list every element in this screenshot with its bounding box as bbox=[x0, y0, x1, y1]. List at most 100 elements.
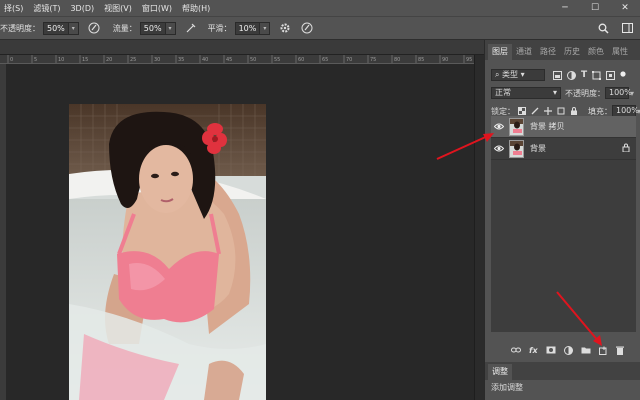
document-image[interactable] bbox=[69, 104, 266, 400]
minimize-button[interactable]: ─ bbox=[550, 0, 580, 16]
ruler-tick-label: 0 bbox=[10, 57, 13, 63]
add-adjustment-label: 添加调整 bbox=[491, 383, 523, 392]
lock-transparent-icon[interactable] bbox=[518, 107, 526, 115]
adjustment-icon[interactable] bbox=[563, 345, 573, 355]
layers-panel-tabs: 图层 通道 路径 历史 颜色 属性 bbox=[485, 40, 640, 60]
smoothing-dropdown[interactable]: ▾ bbox=[260, 21, 271, 35]
horizontal-ruler: 0 5 10 15 20 25 30 35 40 45 50 55 60 65 70 75 80 85 90 95 bbox=[0, 55, 474, 64]
maximize-button[interactable]: ☐ bbox=[580, 0, 610, 16]
filter-kind-label: 类型 bbox=[502, 70, 519, 79]
eye-icon[interactable] bbox=[491, 138, 507, 160]
filter-icons: T bbox=[553, 70, 626, 80]
blend-mode-label: 正常 bbox=[495, 88, 511, 97]
ruler-tick-label: 50 bbox=[250, 57, 256, 63]
shape-filter-icon[interactable] bbox=[592, 70, 602, 80]
menu-view[interactable]: 视图(V) bbox=[100, 3, 138, 14]
ruler-tick-label: 80 bbox=[394, 57, 400, 63]
type-filter-icon[interactable]: T bbox=[581, 70, 587, 80]
menu-3d[interactable]: 3D(D) bbox=[66, 4, 100, 13]
ruler-tick-label: 5 bbox=[34, 57, 37, 63]
ruler-tick-label: 25 bbox=[130, 57, 136, 63]
ruler-tick-label: 10 bbox=[58, 57, 64, 63]
chevron-down-icon[interactable]: ▾ bbox=[630, 89, 634, 98]
layers-footer: fx bbox=[485, 342, 640, 358]
flow-dropdown[interactable]: ▾ bbox=[165, 21, 176, 35]
lock-all-icon[interactable] bbox=[570, 107, 578, 115]
eye-icon[interactable] bbox=[491, 116, 507, 138]
filter-toggle-icon[interactable] bbox=[620, 70, 626, 77]
layer-filter-row: ⌕ 类型 ▾ T bbox=[485, 66, 640, 84]
flow-label: 流量： bbox=[112, 23, 137, 33]
ruler-tick-label: 35 bbox=[178, 57, 184, 63]
folder-icon[interactable] bbox=[581, 346, 591, 354]
layer-opacity-label: 不透明度： bbox=[565, 88, 605, 98]
search-icon: ⌕ bbox=[495, 70, 500, 79]
ruler-tick-label: 45 bbox=[226, 57, 232, 63]
mask-icon[interactable] bbox=[546, 346, 556, 354]
tab-adjustments[interactable]: 调整 bbox=[488, 364, 512, 380]
menu-help[interactable]: 帮助(H) bbox=[178, 3, 216, 14]
layer-name: 背景 拷贝 bbox=[530, 122, 565, 131]
ruler-tick-label: 40 bbox=[202, 57, 208, 63]
ruler-tick-label: 20 bbox=[106, 57, 112, 63]
right-toolbar bbox=[596, 16, 634, 40]
ruler-tick-label: 60 bbox=[298, 57, 304, 63]
smoothing-field[interactable]: 10% bbox=[234, 21, 261, 35]
blend-mode-select[interactable]: 正常 ▾ bbox=[491, 87, 561, 99]
airbrush-icon[interactable] bbox=[184, 21, 198, 35]
pressure-size-icon[interactable] bbox=[300, 21, 314, 35]
blend-row: 正常 ▾ 不透明度： 100% ▾ bbox=[485, 84, 640, 102]
lock-pixels-icon[interactable] bbox=[531, 107, 539, 115]
adjustments-panel-header: 调整 bbox=[485, 362, 640, 380]
smoothing-label: 平滑： bbox=[207, 23, 232, 33]
right-panels: 图层 通道 路径 历史 颜色 属性 ⌕ 类型 ▾ T 正常 ▾ 不透明度： 10… bbox=[484, 40, 640, 400]
tab-channels[interactable]: 通道 bbox=[512, 44, 536, 60]
search-icon[interactable] bbox=[596, 21, 610, 35]
lock-artboard-icon[interactable] bbox=[557, 107, 565, 115]
new-layer-icon[interactable] bbox=[598, 346, 608, 355]
ruler-tick-label: 15 bbox=[82, 57, 88, 63]
smart-filter-icon[interactable] bbox=[606, 70, 616, 80]
tab-layers[interactable]: 图层 bbox=[488, 44, 512, 60]
filter-kind-select[interactable]: ⌕ 类型 ▾ bbox=[491, 69, 545, 81]
tab-history[interactable]: 历史 bbox=[560, 44, 584, 60]
trash-icon[interactable] bbox=[615, 346, 624, 355]
flow-field[interactable]: 50% bbox=[139, 21, 166, 35]
menu-bar: 择(S) 滤镜(T) 3D(D) 视图(V) 窗口(W) 帮助(H) bbox=[0, 0, 640, 16]
menu-select[interactable]: 择(S) bbox=[0, 3, 29, 14]
adjustment-filter-icon[interactable] bbox=[567, 70, 576, 80]
layer-name: 背景 bbox=[530, 144, 546, 153]
pressure-opacity-icon[interactable] bbox=[87, 21, 101, 35]
tab-properties[interactable]: 属性 bbox=[608, 44, 632, 60]
opacity-label: 不透明度： bbox=[0, 23, 40, 33]
chevron-down-icon: ▾ bbox=[552, 88, 557, 97]
opacity-field[interactable]: 50% bbox=[43, 21, 69, 35]
close-button[interactable]: ✕ bbox=[610, 0, 640, 16]
ruler-tick-label: 65 bbox=[322, 57, 328, 63]
opacity-dropdown[interactable]: ▾ bbox=[68, 21, 79, 35]
ruler-tick-label: 95 bbox=[466, 57, 472, 63]
menu-window[interactable]: 窗口(W) bbox=[138, 3, 178, 14]
pixel-filter-icon[interactable] bbox=[553, 70, 562, 80]
ruler-tick-label: 85 bbox=[418, 57, 424, 63]
menu-filter[interactable]: 滤镜(T) bbox=[29, 3, 66, 14]
fx-icon[interactable]: fx bbox=[529, 346, 538, 355]
tab-paths[interactable]: 路径 bbox=[536, 44, 560, 60]
gear-icon[interactable] bbox=[278, 21, 292, 35]
layer-row-background[interactable]: 背景 bbox=[491, 138, 636, 160]
link-icon[interactable] bbox=[511, 346, 521, 354]
layers-list: 背景 拷贝 背景 bbox=[491, 116, 636, 332]
layer-thumbnail bbox=[509, 139, 524, 158]
ruler-tick-label: 90 bbox=[442, 57, 448, 63]
lock-position-icon[interactable] bbox=[544, 107, 552, 115]
layer-opacity-field[interactable]: 100% bbox=[605, 87, 632, 99]
vertical-scrollbar[interactable] bbox=[474, 55, 484, 400]
tab-color[interactable]: 颜色 bbox=[584, 44, 608, 60]
workspace-icon[interactable] bbox=[620, 21, 634, 35]
ruler-tick-label: 70 bbox=[346, 57, 352, 63]
layer-row-background-copy[interactable]: 背景 拷贝 bbox=[491, 116, 636, 138]
ruler-tick-label: 30 bbox=[154, 57, 160, 63]
fill-label: 填充： bbox=[588, 106, 612, 116]
document-tab-strip bbox=[0, 40, 484, 55]
layer-thumbnail bbox=[509, 117, 524, 136]
